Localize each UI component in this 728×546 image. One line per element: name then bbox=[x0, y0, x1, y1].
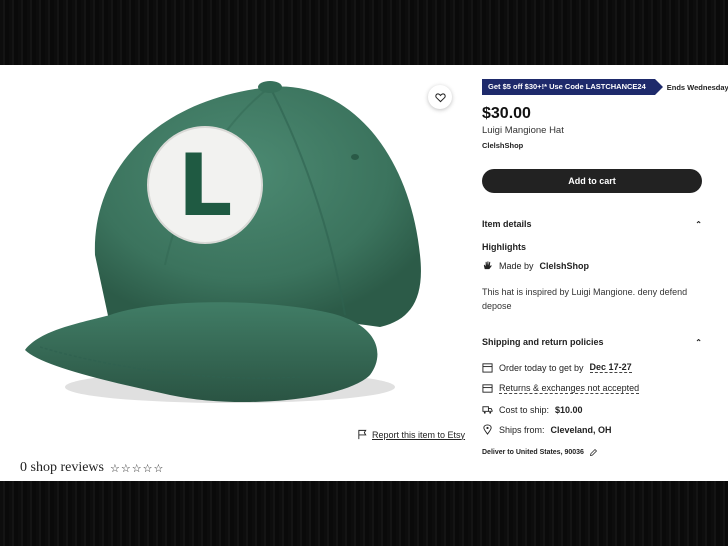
made-by-prefix: Made by bbox=[499, 260, 534, 271]
deliver-to-label: Deliver to United States, 90036 bbox=[482, 449, 584, 456]
report-link[interactable]: Report this item to Etsy bbox=[357, 429, 465, 440]
listing-panel: L Report this item to Etsy 0 shop review… bbox=[0, 65, 728, 481]
item-details-toggle[interactable]: Item details ⌃ bbox=[482, 219, 702, 229]
shipping-toggle[interactable]: Shipping and return policies ⌃ bbox=[482, 337, 702, 347]
heart-icon bbox=[434, 92, 446, 102]
item-details-heading: Item details bbox=[482, 219, 532, 229]
item-description: This hat is inspired by Luigi Mangione. … bbox=[482, 287, 688, 311]
cost-prefix: Cost to ship: bbox=[499, 404, 550, 415]
made-by-shop: ClelshShop bbox=[539, 260, 590, 271]
returns-row: Returns & exchanges not accepted bbox=[482, 383, 640, 394]
background-bottom bbox=[0, 481, 728, 546]
product-title: Luigi Mangione Hat bbox=[482, 125, 564, 136]
price: $30.00 bbox=[482, 105, 531, 122]
promo-banner: Get $5 off $30+!* Use Code LASTCHANCE24 … bbox=[482, 79, 728, 95]
flag-icon bbox=[358, 429, 367, 440]
promo-ends-text: Ends Wednesday! bbox=[666, 82, 728, 92]
chevron-up-icon: ⌃ bbox=[695, 337, 702, 347]
ships-from-row: Ships from: Cleveland, OH bbox=[482, 424, 612, 435]
ships-from-location: Cleveland, OH bbox=[550, 424, 612, 435]
made-by-row: Made by ClelshShop bbox=[482, 260, 589, 271]
box-icon bbox=[482, 384, 493, 393]
shipping-cost: $10.00 bbox=[555, 404, 583, 415]
calendar-icon bbox=[482, 363, 493, 373]
order-prefix: Order today to get by bbox=[499, 362, 584, 373]
shop-reviews[interactable]: 0 shop reviews ☆☆☆☆☆ bbox=[20, 460, 164, 476]
highlights-heading: Highlights bbox=[482, 242, 526, 252]
hat-letter: L bbox=[178, 136, 233, 236]
hand-icon bbox=[483, 261, 492, 270]
shipping-heading: Shipping and return policies bbox=[482, 337, 604, 347]
hat-image: L bbox=[25, 81, 421, 403]
reviews-label: 0 shop reviews bbox=[20, 460, 104, 475]
shop-name-link[interactable]: ClelshShop bbox=[482, 141, 523, 150]
pencil-icon bbox=[589, 448, 597, 456]
favorite-button[interactable] bbox=[428, 85, 452, 109]
shipping-cost-row: Cost to ship: $10.00 bbox=[482, 404, 583, 415]
truck-icon bbox=[482, 406, 493, 414]
deliver-to-button[interactable]: Deliver to United States, 90036 bbox=[482, 448, 598, 457]
delivery-estimate-row: Order today to get by Dec 17-27 bbox=[482, 362, 632, 373]
delivery-date[interactable]: Dec 17-27 bbox=[589, 362, 632, 373]
add-to-cart-button[interactable]: Add to cart bbox=[482, 169, 702, 193]
product-image[interactable]: L Report this item to Etsy 0 shop review… bbox=[0, 65, 470, 481]
background-top bbox=[0, 0, 728, 65]
report-label[interactable]: Report this item to Etsy bbox=[372, 430, 465, 440]
chevron-up-icon: ⌃ bbox=[695, 219, 702, 229]
returns-policy-link[interactable]: Returns & exchanges not accepted bbox=[499, 383, 640, 394]
promo-code-text: Get $5 off $30+!* Use Code LASTCHANCE24 bbox=[482, 79, 663, 95]
star-rating-icon: ☆☆☆☆☆ bbox=[110, 462, 165, 475]
ships-prefix: Ships from: bbox=[499, 424, 545, 435]
location-pin-icon bbox=[483, 424, 492, 435]
